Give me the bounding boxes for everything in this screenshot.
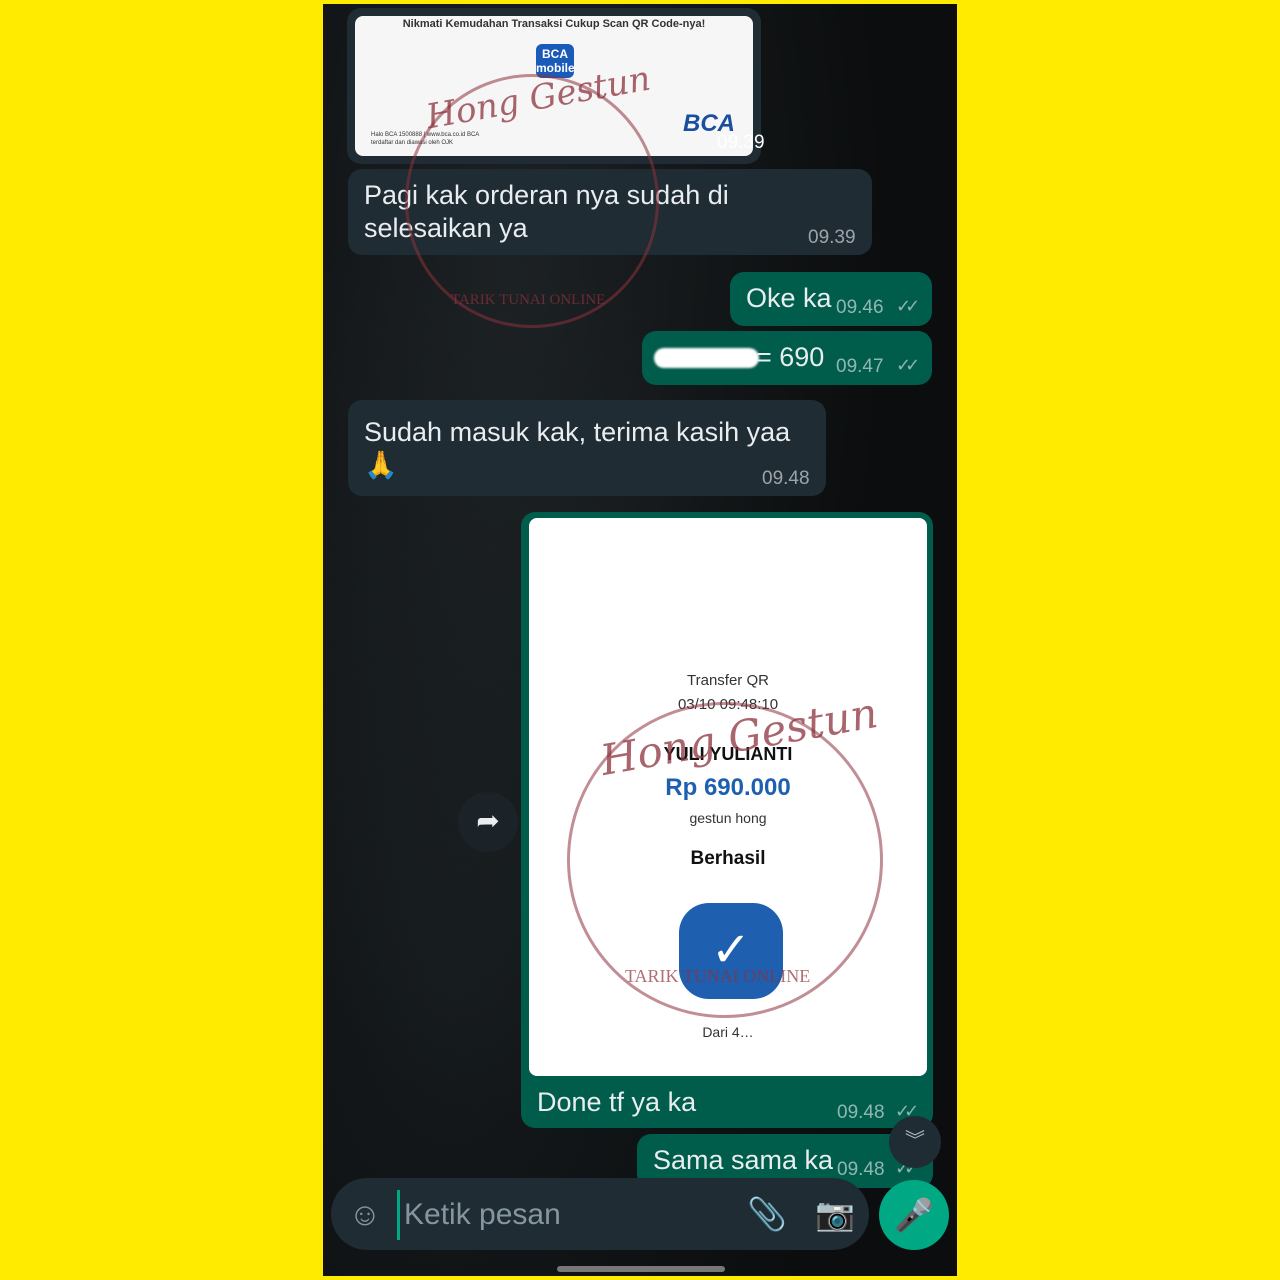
message-in[interactable]: Sudah masuk kak, terima kasih yaa 🙏 09.4… — [348, 400, 826, 496]
message-time: 09.48 — [762, 468, 810, 489]
camera-button[interactable]: 📷 — [811, 1190, 859, 1238]
receipt-from: Dari 4… — [702, 1024, 754, 1040]
voice-record-button[interactable]: 🎤 — [879, 1180, 949, 1250]
chat-screen: Nikmati Kemudahan Transaksi Cukup Scan Q… — [323, 4, 957, 1276]
camera-icon: 📷 — [815, 1196, 855, 1232]
watermark-arc-text: TARIK TUNAI ONLINE — [625, 966, 811, 986]
message-text: Done tf ya ka — [537, 1087, 697, 1117]
message-input[interactable] — [397, 1190, 736, 1240]
message-time: 09.47 — [836, 356, 884, 377]
chevron-double-down-icon: ︾ — [905, 1130, 925, 1152]
emoji-button[interactable]: ☺ — [341, 1190, 389, 1238]
message-text: Oke ka — [746, 283, 832, 313]
watermark-arc-text: TARIK TUNAI ONLINE — [451, 292, 606, 308]
redacted-text — [654, 348, 759, 368]
emoji-icon: ☺ — [348, 1196, 382, 1232]
message-time: 09.39 — [808, 227, 856, 248]
mic-icon: 🎤 — [894, 1197, 934, 1233]
attach-button[interactable]: 📎 — [743, 1190, 791, 1238]
message-composer: ☺ 📎 📷 — [331, 1178, 869, 1250]
message-time: 09.48 — [837, 1159, 885, 1180]
scroll-to-bottom-button[interactable]: ︾ — [889, 1116, 941, 1168]
read-receipt-icon: ✓✓ — [896, 296, 920, 316]
message-time: 09.46 — [836, 297, 884, 318]
message-out[interactable]: Oke ka 09.46 ✓✓ — [730, 272, 932, 326]
promo-caption: Nikmati Kemudahan Transaksi Cukup Scan Q… — [402, 18, 706, 30]
read-receipt-icon: ✓✓ — [896, 355, 920, 375]
message-text: Sama sama ka — [653, 1145, 834, 1175]
message-text: Sudah masuk kak, terima kasih yaa 🙏 — [364, 417, 791, 480]
transfer-receipt-image[interactable]: Transfer QR 03/10 09:48:10 YULI YULIANTI… — [529, 518, 927, 1076]
message-time: 09.39 — [717, 132, 765, 153]
paperclip-icon: 📎 — [747, 1196, 787, 1232]
message-text: = 690 — [756, 342, 825, 372]
forward-button[interactable]: ➦ — [458, 792, 518, 852]
forward-icon: ➦ — [476, 805, 500, 836]
receipt-title: Transfer QR — [687, 672, 769, 689]
message-out[interactable]: = 690 09.47 ✓✓ — [642, 331, 932, 385]
message-time: 09.48 — [837, 1102, 885, 1123]
home-indicator — [557, 1266, 725, 1272]
